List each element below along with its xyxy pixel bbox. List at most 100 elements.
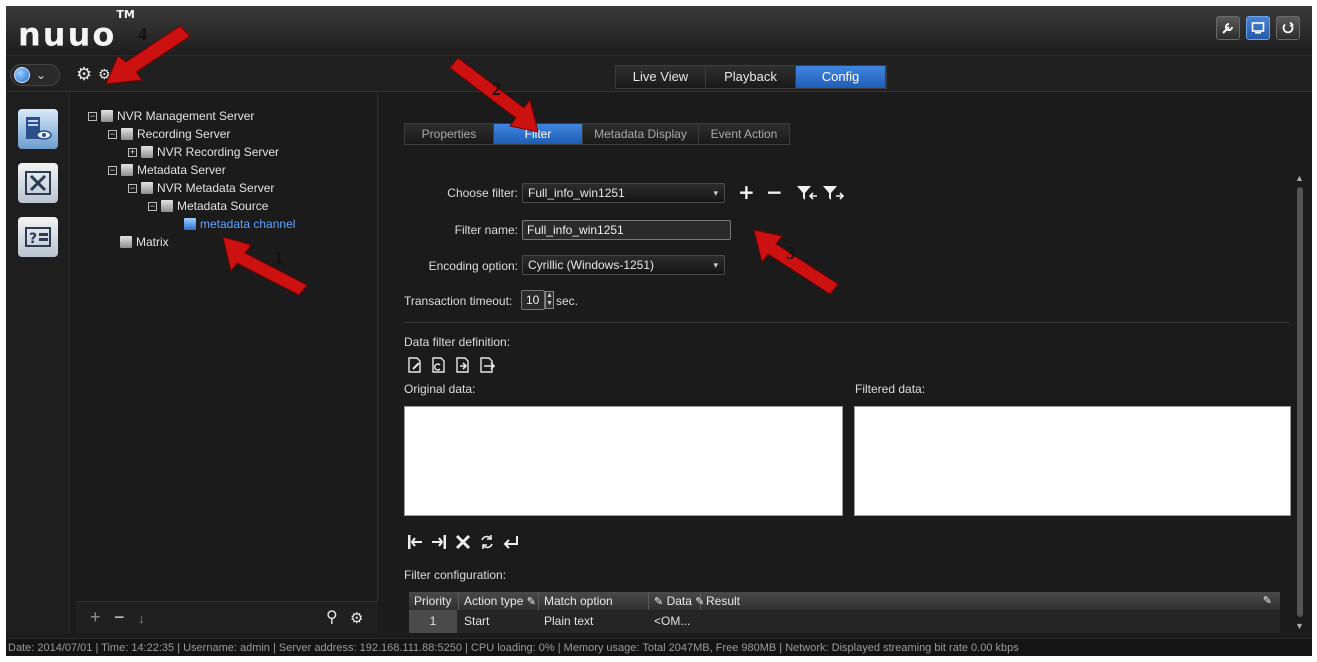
cell-data: <OM...	[654, 614, 691, 628]
status-bar: Date: 2014/07/01 | Time: 14:22:35 | User…	[6, 638, 1312, 656]
tree-node-metadata-channel[interactable]: metadata channel	[184, 217, 295, 231]
refresh-definition-icon[interactable]	[430, 356, 448, 374]
tab-metadata-display[interactable]: Metadata Display	[583, 124, 699, 144]
window-buttons	[1216, 16, 1300, 40]
col-result[interactable]: Result ✎	[701, 592, 1280, 610]
annotation-arrow-3	[753, 229, 839, 295]
original-data-textarea[interactable]	[404, 406, 843, 516]
vertical-scrollbar[interactable]: ▲ ▼	[1294, 173, 1306, 633]
search-icon[interactable]: ⚲	[326, 607, 338, 627]
export-filter-icon[interactable]	[822, 184, 844, 202]
timeout-spinner[interactable]: ▲ ▼	[545, 291, 554, 309]
data-filter-definition-label: Data filter definition:	[404, 335, 511, 349]
timeout-unit: sec.	[556, 294, 579, 308]
remove-filter-icon[interactable]: −	[766, 182, 783, 202]
title-bar: nuuoTM	[6, 6, 1312, 56]
management-server-icon	[101, 110, 113, 122]
collapse-icon[interactable]: −	[108, 165, 117, 175]
tab-playback[interactable]: Playback	[706, 66, 796, 88]
import-filter-icon[interactable]	[796, 184, 818, 202]
tree-node-recording-server[interactable]: − Recording Server	[108, 127, 230, 141]
line-break-icon[interactable]	[502, 533, 520, 551]
annotation-arrow-4	[105, 25, 191, 85]
indent-right-icon[interactable]	[430, 533, 448, 551]
filtered-data-label: Filtered data:	[855, 382, 926, 396]
scroll-down-icon[interactable]: ▼	[1295, 621, 1304, 631]
metadata-server-icon	[121, 164, 133, 176]
svg-text:?: ?	[29, 231, 37, 247]
tree-node-nvr-metadata-server[interactable]: − NVR Metadata Server	[128, 181, 274, 195]
encoding-option-select[interactable]: Cyrillic (Windows-1251) ▾	[522, 255, 725, 275]
language-dropdown[interactable]: ⌄	[10, 64, 60, 86]
delete-icon[interactable]	[454, 533, 472, 551]
section-divider	[404, 322, 1290, 323]
tab-event-action[interactable]: Event Action	[699, 124, 789, 144]
expand-icon[interactable]: +	[128, 147, 137, 157]
monitor-icon[interactable]	[1246, 16, 1270, 40]
remove-icon[interactable]: −	[114, 607, 125, 628]
scrollbar-thumb[interactable]	[1297, 187, 1303, 617]
collapse-icon[interactable]: −	[108, 129, 117, 139]
settings-gear-icon[interactable]: ⚙	[76, 64, 92, 85]
replace-icon[interactable]	[478, 533, 496, 551]
metadata-source-icon	[161, 200, 173, 212]
scroll-up-icon[interactable]: ▲	[1295, 173, 1304, 183]
filtered-data-textarea[interactable]	[854, 406, 1291, 516]
dropdown-arrow-icon: ▾	[713, 188, 718, 198]
col-priority[interactable]: Priority	[409, 592, 459, 610]
tree-node-metadata-source[interactable]: − Metadata Source	[148, 199, 268, 213]
table-row[interactable]: 1 Start Plain text <OM...	[409, 610, 1280, 633]
filter-name-input[interactable]: Full_info_win1251	[522, 220, 731, 240]
filter-name-label: Filter name:	[454, 223, 518, 237]
edit-definition-icon[interactable]	[406, 356, 424, 374]
tools-icon[interactable]	[18, 163, 58, 203]
collapse-icon[interactable]: −	[148, 201, 157, 211]
tree-node-metadata-server[interactable]: − Metadata Server	[108, 163, 226, 177]
export-definition-icon[interactable]	[478, 356, 496, 374]
edit-pencil-icon: ✎	[1262, 595, 1272, 607]
cell-action-type: Start	[464, 614, 490, 628]
choose-filter-label: Choose filter:	[447, 186, 518, 200]
edit-pencil-icon: ✎	[654, 596, 664, 608]
server-tree-panel: − NVR Management Server − Recording Serv…	[76, 93, 378, 633]
recording-server-icon	[121, 128, 133, 140]
tree-footer-toolbar: + − ↓ ⚲ ⚙	[76, 601, 378, 633]
matrix-icon	[120, 236, 132, 248]
tree-settings-icon[interactable]: ⚙	[350, 609, 363, 627]
main-toolbar: ⌄ ⚙ ⚙ Live View Playback Config	[6, 56, 1312, 92]
annotation-arrow-1	[222, 236, 308, 296]
original-data-label: Original data:	[404, 382, 476, 396]
add-filter-icon[interactable]: +	[738, 182, 755, 202]
indent-left-icon[interactable]	[406, 533, 424, 551]
help-card-icon[interactable]: ?	[18, 217, 58, 257]
tree-node-management-server[interactable]: − NVR Management Server	[88, 109, 254, 123]
filter-configuration-label: Filter configuration:	[404, 568, 507, 582]
power-icon[interactable]	[1276, 16, 1300, 40]
cell-match-option: Plain text	[544, 614, 594, 628]
collapse-icon[interactable]: −	[88, 111, 97, 121]
choose-filter-select[interactable]: Full_info_win1251 ▾	[522, 183, 725, 203]
encoding-option-label: Encoding option:	[428, 259, 518, 273]
sort-az-icon[interactable]: ↓	[138, 611, 145, 626]
server-eye-icon[interactable]	[18, 109, 58, 149]
collapse-icon[interactable]: −	[128, 183, 137, 193]
tab-live-view[interactable]: Live View	[616, 66, 706, 88]
left-icon-rail: ?	[6, 93, 70, 633]
nuuo-config-window: nuuoTM ⌄ ⚙ ⚙ Live View Playback Config ?…	[6, 6, 1312, 656]
tab-config[interactable]: Config	[796, 66, 886, 88]
col-match-option[interactable]: Match option	[539, 592, 649, 610]
col-data[interactable]: ✎ Data ✎	[649, 592, 704, 610]
tree-node-nvr-recording-server[interactable]: + NVR Recording Server	[128, 145, 279, 159]
col-action-type[interactable]: Action type ✎	[459, 592, 539, 610]
annotation-number-4: 4	[138, 24, 147, 44]
add-icon[interactable]: +	[90, 607, 101, 628]
filter-configuration-grid: Priority Action type ✎ Match option ✎ Da…	[409, 592, 1280, 633]
recording-server-icon	[141, 146, 153, 158]
transaction-timeout-input[interactable]: 10	[521, 290, 545, 310]
tree-node-matrix[interactable]: Matrix	[120, 235, 169, 249]
globe-icon	[14, 67, 30, 83]
edit-pencil-icon: ✎	[526, 596, 536, 608]
wrench-icon[interactable]	[1216, 16, 1240, 40]
dropdown-arrow-icon: ▾	[713, 260, 718, 270]
import-definition-icon[interactable]	[454, 356, 472, 374]
